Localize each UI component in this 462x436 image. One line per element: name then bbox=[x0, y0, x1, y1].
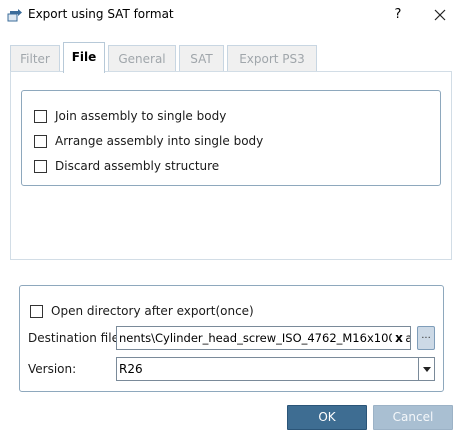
chevron-down-icon bbox=[423, 367, 431, 372]
discard-structure-label: Discard assembly structure bbox=[55, 159, 220, 173]
destination-file-input[interactable]: nents\Cylinder_head_screw_ISO_4762_M16x1… bbox=[116, 326, 411, 350]
tab-file[interactable]: File bbox=[63, 42, 105, 73]
open-directory-option[interactable]: Open directory after export(once) bbox=[30, 302, 254, 320]
file-tab-panel: Join assembly to single body Arrange ass… bbox=[10, 71, 452, 260]
title-bar: Export using SAT format ? bbox=[0, 0, 462, 30]
close-icon[interactable] bbox=[428, 4, 452, 26]
assembly-options-group: Join assembly to single body Arrange ass… bbox=[21, 90, 441, 186]
dropdown-arrow-icon[interactable] bbox=[418, 358, 434, 380]
discard-structure-checkbox[interactable] bbox=[34, 159, 47, 173]
tab-filter[interactable]: Filter bbox=[10, 45, 60, 72]
version-select[interactable]: R26 bbox=[116, 357, 435, 381]
help-button[interactable]: ? bbox=[388, 5, 408, 25]
arrange-assembly-option[interactable]: Arrange assembly into single body bbox=[34, 132, 263, 150]
export-icon bbox=[7, 9, 22, 22]
join-assembly-option[interactable]: Join assembly to single body bbox=[34, 107, 226, 125]
cancel-button[interactable]: Cancel bbox=[373, 405, 453, 430]
destination-file-label: Destination file: bbox=[28, 331, 123, 345]
window-title: Export using SAT format bbox=[28, 7, 174, 21]
version-value: R26 bbox=[119, 362, 143, 376]
ok-button[interactable]: OK bbox=[287, 405, 367, 430]
join-assembly-checkbox[interactable] bbox=[34, 109, 47, 123]
arrange-assembly-label: Arrange assembly into single body bbox=[55, 134, 264, 148]
open-directory-checkbox[interactable] bbox=[30, 304, 43, 318]
browse-button[interactable]: ... bbox=[417, 326, 435, 350]
clear-icon[interactable]: x bbox=[392, 330, 406, 346]
tab-sat[interactable]: SAT bbox=[179, 45, 224, 72]
version-label: Version: bbox=[28, 362, 77, 376]
join-assembly-label: Join assembly to single body bbox=[55, 109, 227, 123]
tab-export-ps3[interactable]: Export PS3 bbox=[227, 45, 317, 72]
open-directory-label: Open directory after export(once) bbox=[51, 304, 254, 318]
arrange-assembly-checkbox[interactable] bbox=[34, 134, 47, 148]
destination-file-value: nents\Cylinder_head_screw_ISO_4762_M16x1… bbox=[119, 331, 411, 345]
tab-general[interactable]: General bbox=[108, 45, 176, 72]
export-settings-group: Open directory after export(once) Destin… bbox=[19, 285, 444, 392]
discard-structure-option[interactable]: Discard assembly structure bbox=[34, 157, 219, 175]
